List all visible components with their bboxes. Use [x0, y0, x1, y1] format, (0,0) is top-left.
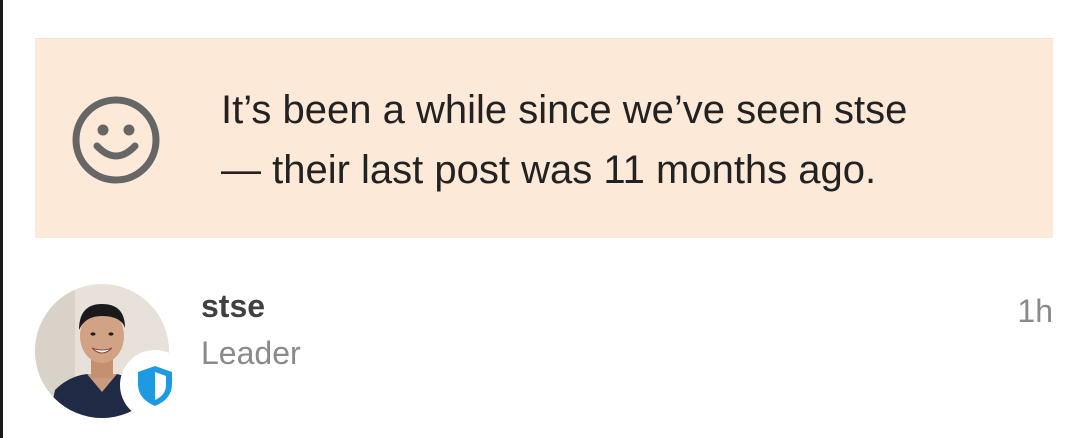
notice-message: It’s been a while since we’ve seen stse … — [221, 80, 1021, 200]
notice-line-1: It’s been a while since we’ve seen stse — [221, 88, 908, 132]
post-timestamp[interactable]: 1h — [1017, 291, 1053, 331]
page: It’s been a while since we’ve seen stse … — [0, 0, 1080, 438]
window-edge — [0, 0, 3, 438]
notice-line-2: — their last post was 11 months ago. — [221, 148, 877, 192]
post-author[interactable]: stse — [201, 286, 265, 326]
smiley-icon — [70, 94, 162, 186]
author-role: Leader — [201, 335, 301, 371]
shield-icon — [120, 350, 190, 420]
